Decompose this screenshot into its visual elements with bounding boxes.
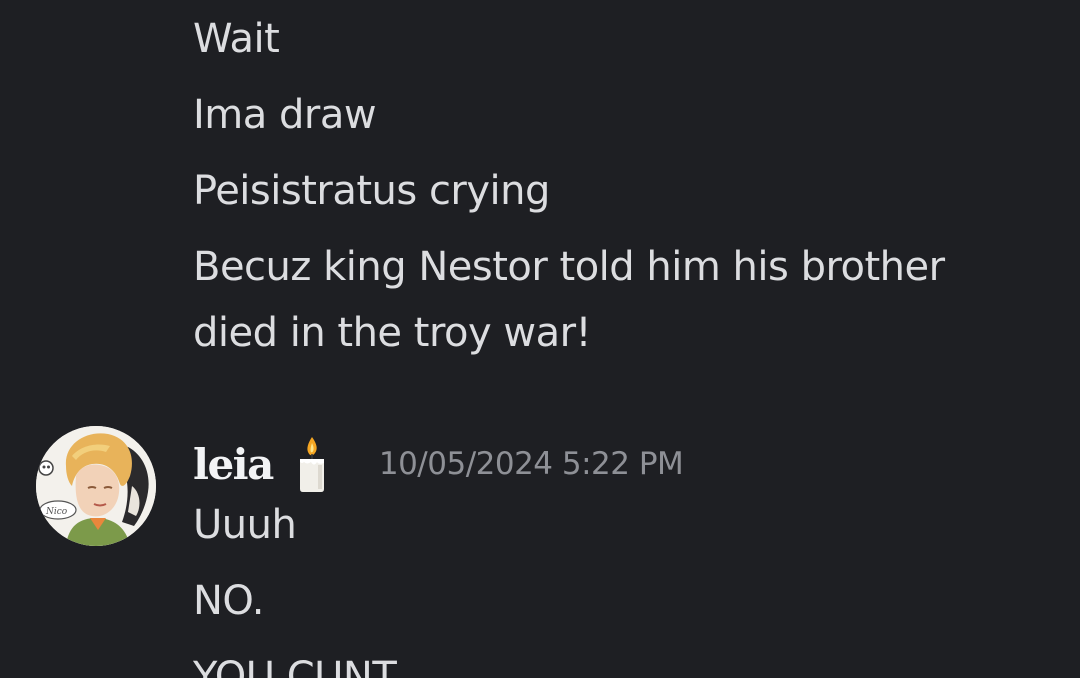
message-line: Uuuh bbox=[193, 502, 297, 548]
candle-icon bbox=[295, 435, 329, 493]
avatar-image: Nico bbox=[36, 426, 156, 546]
message-line: Wait bbox=[193, 16, 280, 62]
message-line: Becuz king Nestor told him his brother bbox=[193, 244, 945, 290]
message-line: Ima draw bbox=[193, 92, 377, 138]
message-line: YOU CUNT bbox=[193, 654, 397, 678]
message-line: died in the troy war! bbox=[193, 310, 592, 356]
message-line: Peisistratus crying bbox=[193, 168, 550, 214]
avatar[interactable]: Nico bbox=[36, 426, 156, 546]
message-header: leia 10/05/2024 5:22 PM bbox=[193, 432, 684, 496]
username[interactable]: leia bbox=[193, 440, 274, 489]
chat-view[interactable]: Wait Ima draw Peisistratus crying Becuz … bbox=[0, 0, 1080, 678]
svg-text:Nico: Nico bbox=[45, 507, 68, 517]
message-line: NO. bbox=[193, 578, 265, 624]
message-timestamp[interactable]: 10/05/2024 5:22 PM bbox=[379, 446, 684, 482]
